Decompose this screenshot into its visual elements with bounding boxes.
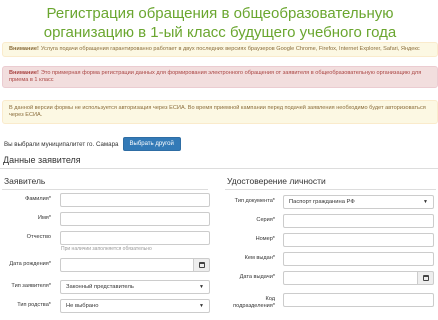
caret-down-icon: ▼	[199, 284, 204, 290]
kinship-select[interactable]: Не выбрано ▼	[60, 299, 210, 313]
issue-date-label: Дата выдачи*	[239, 274, 275, 280]
applicant-type-value: Законный представитель	[66, 284, 134, 290]
birthdate-input[interactable]	[60, 258, 194, 272]
doc-type-label: Тип документа*	[234, 198, 275, 204]
issued-by-label: Кем выдан*	[244, 255, 275, 261]
alert-text: В данной версии формы не используется ав…	[9, 104, 426, 119]
name-label: Имя*	[37, 215, 51, 221]
municipality-row: Вы выбрали муниципалитет го. Самара Выбр…	[4, 137, 181, 151]
name-input[interactable]	[60, 212, 210, 226]
alert-bold: Внимание!	[9, 69, 39, 76]
issue-date-input[interactable]	[283, 271, 418, 285]
patronymic-label: Отчество	[26, 234, 51, 240]
applicant-type-select[interactable]: Законный представитель ▼	[60, 280, 210, 294]
sample-form-alert: Внимание! Это примерная форма регистрации…	[2, 66, 438, 88]
series-input[interactable]	[283, 214, 434, 228]
number-input[interactable]	[283, 233, 434, 247]
surname-input[interactable]	[60, 193, 210, 207]
division-code-label: Код подразделения*	[233, 296, 275, 309]
kinship-label: Тип родства*	[17, 302, 51, 308]
browser-support-alert: Внимание! Услуга подачи обращения гарант…	[2, 42, 438, 57]
caret-down-icon: ▼	[423, 199, 428, 205]
series-label: Серия*	[256, 217, 275, 223]
birthdate-label: Дата рождения*	[9, 261, 51, 267]
issued-by-input[interactable]	[283, 252, 434, 266]
alert-text: Услуга подачи обращения гарантированно р…	[40, 45, 420, 52]
calendar-button[interactable]	[194, 258, 210, 272]
doc-type-select[interactable]: Паспорт гражданина РФ ▼	[283, 195, 434, 209]
patronymic-input[interactable]	[60, 231, 210, 245]
doc-type-value: Паспорт гражданина РФ	[289, 199, 355, 205]
calendar-icon	[198, 262, 205, 268]
surname-label: Фамилия*	[25, 196, 51, 202]
caret-down-icon: ▼	[199, 303, 204, 309]
esia-alert: В данной версии формы не используется ав…	[2, 100, 438, 124]
applicant-heading: Заявитель	[4, 176, 46, 186]
calendar-button[interactable]	[418, 271, 434, 285]
alert-text: Это примерная форма регистрации данных д…	[9, 69, 422, 84]
divider	[2, 189, 208, 190]
patronymic-help: При наличии заполняется обязательно	[61, 246, 152, 252]
identity-heading: Удостоверение личности	[227, 176, 326, 186]
divider	[0, 168, 438, 169]
section-title: Данные заявителя	[3, 155, 81, 165]
choose-other-button[interactable]: Выбрать другой	[122, 137, 181, 151]
number-label: Номер*	[255, 236, 275, 242]
divider	[225, 189, 436, 190]
division-code-input[interactable]	[283, 293, 434, 307]
page-title: Регистрация обращения в общеобразователь…	[43, 5, 397, 41]
municipality-text: Вы выбрали муниципалитет го. Самара	[4, 140, 119, 148]
alert-bold: Внимание!	[9, 45, 39, 52]
applicant-type-label: Тип заявителя*	[11, 283, 51, 289]
calendar-icon	[422, 275, 429, 281]
kinship-value: Не выбрано	[66, 303, 99, 309]
